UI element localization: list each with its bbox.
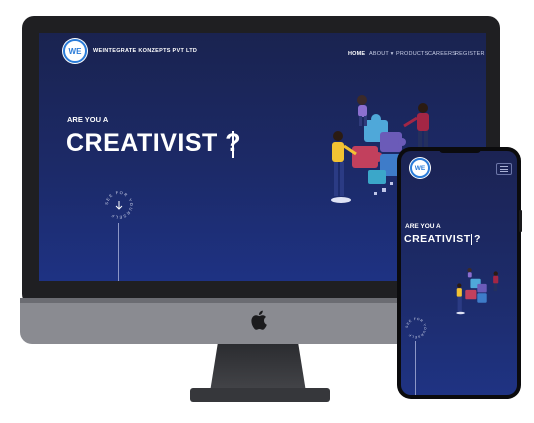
imac-base: [190, 388, 330, 402]
brand-name[interactable]: WEINTEGRATE KONZEPTS PVT LTD: [93, 48, 197, 54]
mobile-scroll-badge-text: SEE FOR YOURSELF: [405, 317, 426, 339]
nav-products[interactable]: PRODUCTS: [396, 51, 428, 57]
nav-careers[interactable]: CAREERS: [428, 51, 456, 57]
arrow-down-icon: [115, 201, 123, 210]
mobile-logo-mark-text: WE: [410, 158, 430, 178]
nav-register[interactable]: REGISTER: [455, 51, 485, 57]
mobile-hero-subtitle: ARE YOU A: [405, 223, 441, 230]
logo-mark-text: WE: [63, 39, 87, 63]
svg-text:SEE FOR YOURSELF: SEE FOR YOURSELF: [405, 317, 427, 339]
mobile-logo[interactable]: WE: [409, 157, 431, 179]
phone-notch: [439, 148, 481, 153]
mobile-website-screen: WE ARE YOU A CREATIVIST ? SEE FOR YOURSE…: [401, 151, 517, 395]
mobile-text-cursor: [471, 234, 472, 245]
nav-home[interactable]: HOME: [348, 51, 365, 57]
text-cursor: [232, 131, 234, 158]
hero-title: CREATIVIST ?: [66, 129, 241, 157]
mobile-scroll-badge[interactable]: SEE FOR YOURSELF: [405, 317, 427, 339]
hero-subtitle: ARE YOU A: [67, 115, 109, 124]
nav-about[interactable]: ABOUT ▾: [369, 51, 394, 57]
scroll-badge[interactable]: SEE FOR YOURSELF: [104, 190, 134, 220]
mobile-scroll-line: [415, 341, 416, 395]
desktop-logo[interactable]: WE: [62, 38, 88, 64]
mobile-puzzle-illustration: [456, 268, 499, 315]
scroll-line: [118, 223, 119, 281]
hamburger-menu-icon[interactable]: [496, 163, 512, 175]
mobile-hero-title: CREATIVIST ?: [404, 233, 481, 245]
apple-logo-icon: [251, 310, 267, 330]
imac-stand: [210, 344, 306, 392]
phone-side-button: [519, 210, 522, 232]
